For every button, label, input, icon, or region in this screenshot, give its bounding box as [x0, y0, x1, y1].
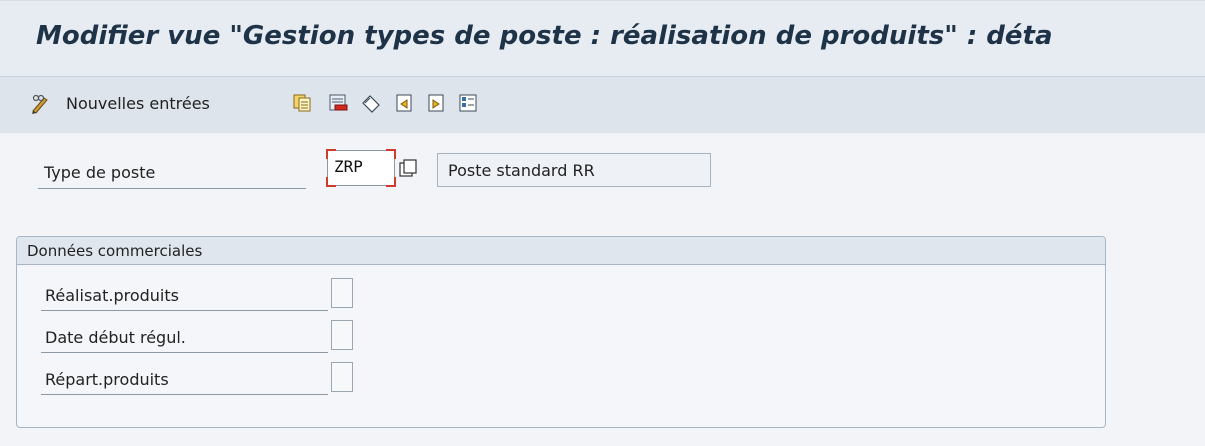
- type-de-poste-description: Poste standard RR: [437, 153, 711, 187]
- value-help-icon: [399, 159, 417, 177]
- content-area: Type de poste ZRP Poste standard RR Donn…: [0, 133, 1205, 446]
- copy-icon: [292, 93, 312, 113]
- new-entries-label: Nouvelles entrées: [66, 93, 210, 113]
- group-title: Données commerciales: [17, 237, 1105, 265]
- pen-glasses-icon: [30, 93, 50, 114]
- next-entry-button[interactable]: [426, 91, 446, 115]
- realisat-produits-label: Réalisat.produits: [41, 281, 328, 311]
- focus-corner: [386, 177, 396, 187]
- copy-button[interactable]: [292, 91, 312, 115]
- delete-icon: [328, 93, 348, 113]
- previous-entry-icon: [394, 93, 414, 113]
- date-debut-regul-checkbox[interactable]: [331, 320, 353, 350]
- new-entries-button[interactable]: Nouvelles entrées: [30, 91, 210, 115]
- application-toolbar: Nouvelles entrées: [0, 76, 1205, 134]
- previous-entry-button[interactable]: [394, 91, 414, 115]
- select-all-icon: [458, 93, 478, 113]
- focus-corner: [326, 177, 336, 187]
- focus-corner: [386, 149, 396, 159]
- type-de-poste-value: ZRP: [334, 157, 363, 176]
- value-help-button[interactable]: [398, 158, 420, 180]
- undo-icon: [360, 93, 380, 113]
- page-title: Modifier vue "Gestion types de poste : r…: [36, 21, 1053, 51]
- next-entry-icon: [426, 93, 446, 113]
- date-debut-regul-label: Date début régul.: [41, 323, 328, 353]
- donnees-commerciales-group: Données commerciales Réalisat.produits D…: [16, 236, 1106, 428]
- delete-button[interactable]: [328, 91, 348, 115]
- undo-button[interactable]: [360, 91, 380, 115]
- select-all-button[interactable]: [458, 91, 478, 115]
- repart-produits-label: Répart.produits: [41, 365, 328, 395]
- title-bar: Modifier vue "Gestion types de poste : r…: [0, 0, 1205, 77]
- type-de-poste-input[interactable]: ZRP: [326, 149, 396, 187]
- sap-window: Modifier vue "Gestion types de poste : r…: [0, 0, 1205, 446]
- focus-corner: [326, 149, 336, 159]
- realisat-produits-checkbox[interactable]: [331, 278, 353, 308]
- type-de-poste-label: Type de poste: [38, 159, 306, 189]
- repart-produits-checkbox[interactable]: [331, 362, 353, 392]
